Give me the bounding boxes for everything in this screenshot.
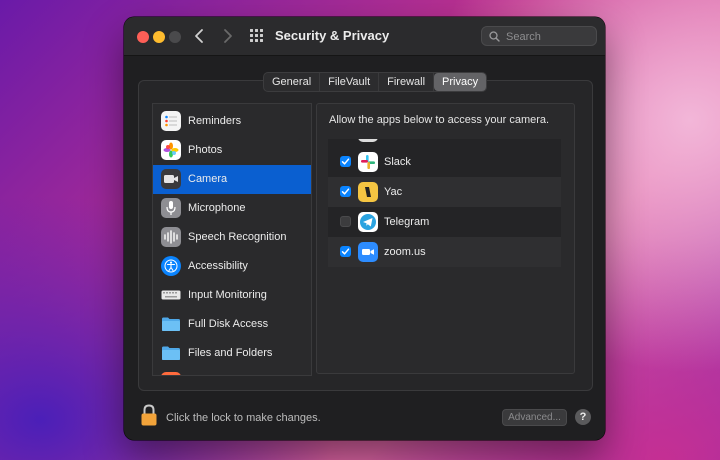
accessibility-icon <box>161 256 181 276</box>
lock-hint-text: Click the lock to make changes. <box>166 412 321 424</box>
close-button[interactable] <box>137 31 149 43</box>
app-row-slack[interactable]: Slack <box>328 147 561 177</box>
back-button[interactable] <box>190 26 210 46</box>
partial-app-icon <box>161 372 181 375</box>
security-privacy-window: Security & Privacy General FileVault Fir… <box>124 17 605 440</box>
sidebar-item-label: Full Disk Access <box>188 318 269 330</box>
checkmark-icon <box>341 158 350 165</box>
sidebar-item-files-and-folders[interactable]: Files and Folders <box>153 339 311 368</box>
sidebar-item-label: Camera <box>188 173 228 185</box>
keyboard-icon <box>161 285 181 305</box>
folder-icon <box>161 314 181 334</box>
sidebar-item-full-disk-access[interactable]: Full Disk Access <box>153 310 311 339</box>
reminders-icon <box>161 111 181 131</box>
speech-recognition-icon <box>161 227 181 247</box>
app-permission-list[interactable]: Slack Yac Telegram zoom.us <box>328 139 561 267</box>
sidebar-item-label: Photos <box>188 144 223 156</box>
tab-firewall[interactable]: Firewall <box>379 73 435 91</box>
yac-checkbox[interactable] <box>340 186 351 197</box>
tab-bar: General FileVault Firewall Privacy <box>263 72 488 92</box>
window-title: Security & Privacy <box>275 28 390 43</box>
sidebar-item-label: Microphone <box>188 202 246 214</box>
sidebar-item-photos[interactable]: Photos <box>153 136 311 165</box>
sidebar-item-camera[interactable]: Camera <box>153 165 311 194</box>
sidebar-item-label: Accessibility <box>188 260 248 272</box>
slack-checkbox[interactable] <box>340 156 351 167</box>
telegram-icon <box>358 212 378 232</box>
search-field[interactable] <box>481 26 597 46</box>
sidebar-item-input-monitoring[interactable]: Input Monitoring <box>153 281 311 310</box>
sidebar-item-reminders[interactable]: Reminders <box>153 107 311 136</box>
sidebar-item-speech-recognition[interactable]: Speech Recognition <box>153 223 311 252</box>
app-row-telegram[interactable]: Telegram <box>328 207 561 237</box>
sidebar-item-partial[interactable] <box>153 368 311 375</box>
minimize-button[interactable] <box>153 31 165 43</box>
sidebar-item-accessibility[interactable]: Accessibility <box>153 252 311 281</box>
app-row-partial[interactable] <box>328 139 561 147</box>
sidebar-item-microphone[interactable]: Microphone <box>153 194 311 223</box>
show-all-grid-icon[interactable] <box>250 29 264 43</box>
tab-privacy[interactable]: Privacy <box>434 73 487 91</box>
app-label: Yac <box>384 186 403 198</box>
search-input[interactable] <box>504 29 596 45</box>
title-bar: Security & Privacy <box>124 17 605 56</box>
chevron-left-icon <box>195 29 203 43</box>
tab-general[interactable]: General <box>264 73 321 91</box>
app-label: zoom.us <box>384 246 426 258</box>
microphone-icon <box>161 198 181 218</box>
yac-icon <box>358 182 378 202</box>
slack-icon <box>358 152 378 172</box>
sidebar-item-label: Input Monitoring <box>188 289 267 301</box>
partial-app-icon <box>358 139 378 142</box>
lock-icon[interactable] <box>140 403 158 427</box>
sidebar-item-label: Files and Folders <box>188 347 273 359</box>
help-button[interactable]: ? <box>575 409 591 425</box>
checkmark-icon <box>341 188 350 195</box>
folder-icon <box>161 343 181 363</box>
chevron-right-icon <box>224 29 232 43</box>
sidebar-item-label: Reminders <box>188 115 242 127</box>
app-row-yac[interactable]: Yac <box>328 177 561 207</box>
forward-button[interactable] <box>217 26 237 46</box>
privacy-category-list[interactable]: Reminders Photos Camera Microphone Speec… <box>152 103 312 376</box>
permission-description: Allow the apps below to access your came… <box>329 114 550 126</box>
telegram-checkbox[interactable] <box>340 216 351 227</box>
camera-icon <box>161 169 181 189</box>
photos-icon <box>161 140 181 160</box>
app-label: Slack <box>384 156 411 168</box>
sidebar-item-label: Speech Recognition <box>188 231 287 243</box>
search-icon <box>489 31 500 42</box>
zoom-checkbox[interactable] <box>340 246 351 257</box>
zoom-icon <box>358 242 378 262</box>
advanced-button[interactable]: Advanced... <box>502 409 567 426</box>
zoom-button[interactable] <box>169 31 181 43</box>
app-row-zoom[interactable]: zoom.us <box>328 237 561 267</box>
app-label: Telegram <box>384 216 430 228</box>
tab-filevault[interactable]: FileVault <box>320 73 380 91</box>
checkmark-icon <box>341 248 350 255</box>
